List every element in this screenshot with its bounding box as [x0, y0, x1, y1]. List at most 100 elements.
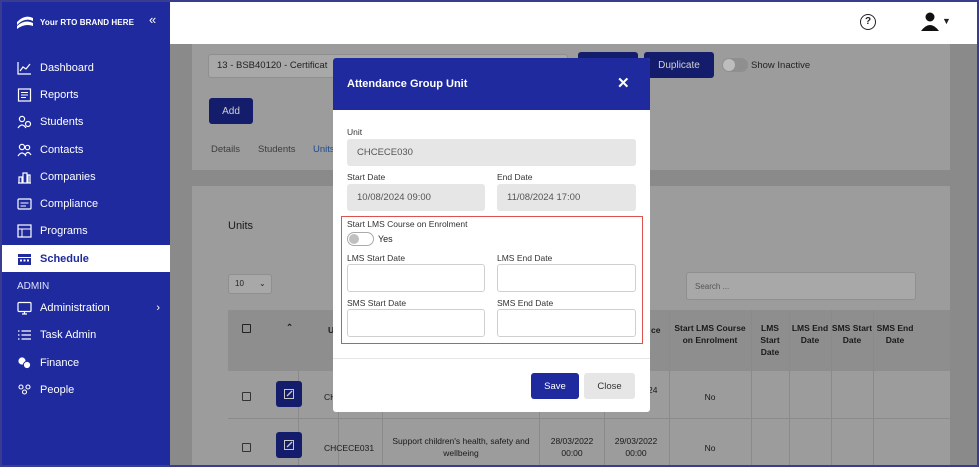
unit-field[interactable]: CHCECE030: [347, 139, 636, 166]
col-end-date[interactable]: ce: [651, 324, 660, 336]
sidebar-item-finance[interactable]: Finance: [2, 349, 170, 376]
sidebar-item-task-admin[interactable]: Task Admin: [2, 322, 170, 349]
show-inactive-label: Show Inactive: [751, 60, 811, 71]
col-sms-start[interactable]: SMS Start Date: [831, 322, 873, 346]
sidebar-item-compliance[interactable]: Compliance: [2, 190, 170, 217]
grid-line: [831, 310, 832, 465]
sidebar-section-admin: ADMIN: [17, 281, 50, 293]
sms-end-date-label: SMS End Date: [497, 298, 554, 308]
edit-icon: [284, 389, 294, 399]
col-sms-end[interactable]: SMS End Date: [873, 322, 917, 346]
programs-icon: [17, 224, 32, 239]
chevron-right-icon: ›: [156, 302, 160, 315]
sidebar-item-contacts[interactable]: Contacts: [2, 136, 170, 163]
lms-end-date-input[interactable]: [497, 264, 636, 292]
close-icon[interactable]: ✕: [617, 74, 630, 92]
brand-logo-icon: [17, 16, 33, 29]
collapse-sidebar-icon[interactable]: «: [149, 12, 156, 27]
col-lms-end[interactable]: LMS End Date: [789, 322, 831, 346]
sidebar-item-dashboard[interactable]: Dashboard: [2, 54, 170, 81]
sidebar-item-label: Administration: [40, 302, 110, 315]
sidebar-item-label: Finance: [40, 356, 80, 369]
brand[interactable]: Your RTO BRAND HERE: [16, 14, 134, 30]
sms-end-date-input[interactable]: [497, 309, 636, 337]
tab-units[interactable]: Units: [313, 144, 335, 155]
lms-end-date-label: LMS End Date: [497, 253, 553, 263]
edit-button[interactable]: [276, 381, 302, 407]
tab-students[interactable]: Students: [258, 144, 296, 155]
tab-details[interactable]: Details: [211, 144, 240, 155]
save-button[interactable]: Save: [531, 373, 579, 399]
app-frame: Your RTO BRAND HERE « Dashboard Reports …: [2, 2, 977, 465]
report-icon: [17, 88, 32, 102]
sms-start-date-input[interactable]: [347, 309, 485, 337]
help-icon[interactable]: ?: [860, 14, 876, 30]
col-lms-start[interactable]: LMS Start Date: [751, 322, 789, 358]
row-checkbox[interactable]: [242, 392, 251, 401]
select-all-checkbox[interactable]: [242, 324, 251, 333]
chart-line-icon: [17, 61, 31, 75]
top-bar: ? ▼: [170, 2, 977, 44]
caret-down-icon[interactable]: ▼: [942, 16, 951, 26]
edit-button[interactable]: [276, 432, 302, 458]
lms-start-date-label: LMS Start Date: [347, 253, 406, 263]
modal-title: Attendance Group Unit: [347, 78, 468, 90]
user-avatar-icon[interactable]: [920, 11, 940, 31]
add-button[interactable]: Add: [209, 98, 253, 124]
sidebar-item-label: People: [40, 383, 75, 396]
monitor-icon: [17, 301, 32, 315]
brand-name: Your RTO BRAND HERE: [40, 17, 135, 27]
sort-icon[interactable]: ⌃: [286, 321, 293, 333]
start-date-label: Start Date: [347, 172, 386, 182]
sidebar-item-schedule[interactable]: Schedule: [2, 245, 170, 273]
sidebar-item-label: Reports: [40, 88, 79, 101]
start-lms-on-enrolment-toggle[interactable]: [347, 232, 374, 246]
sidebar-item-label: Programs: [40, 225, 88, 238]
edit-icon: [284, 440, 294, 450]
coins-icon: [18, 357, 32, 369]
duplicate-button[interactable]: Duplicate: [644, 52, 714, 78]
show-inactive-toggle[interactable]: [722, 58, 748, 72]
sidebar-item-people[interactable]: People: [2, 376, 170, 403]
col-start-lms[interactable]: Start LMS Course on Enrolment: [669, 322, 751, 346]
start-date-field[interactable]: 10/08/2024 09:00: [347, 184, 485, 211]
row-unit-name: Support children's health, safety and we…: [392, 436, 530, 458]
chevron-down-icon: ⌄: [259, 279, 266, 288]
sidebar-item-label: Dashboard: [40, 61, 94, 74]
row-checkbox[interactable]: [242, 443, 251, 452]
sidebar-item-label: Compliance: [40, 198, 99, 211]
sidebar-item-companies[interactable]: Companies: [2, 163, 170, 190]
row-start-lms: No: [704, 443, 716, 453]
modal-header: Attendance Group Unit: [333, 58, 650, 110]
row-start-lms: No: [704, 392, 716, 402]
students-icon: [17, 116, 32, 129]
contacts-icon: [17, 143, 32, 156]
grid-line: [751, 310, 752, 465]
sidebar: Your RTO BRAND HERE « Dashboard Reports …: [2, 2, 170, 465]
close-button[interactable]: Close: [584, 373, 635, 399]
row-start-date: 28/03/2022 00:00: [550, 436, 594, 458]
sidebar-item-label: Task Admin: [40, 329, 97, 342]
compliance-icon: [17, 198, 32, 210]
sidebar-item-label: Students: [40, 116, 84, 129]
page-size-select[interactable]: 10 ⌄: [228, 274, 272, 294]
companies-icon: [18, 172, 31, 184]
sidebar-item-reports[interactable]: Reports: [2, 81, 170, 108]
table-search-input[interactable]: Search ...: [686, 272, 916, 300]
sidebar-item-administration[interactable]: Administration ›: [2, 294, 170, 321]
end-date-field[interactable]: 11/08/2024 17:00: [497, 184, 636, 211]
sidebar-item-label: Schedule: [40, 252, 89, 265]
calendar-icon: [18, 253, 31, 265]
sidebar-item-label: Contacts: [40, 143, 84, 156]
start-lms-on-enrolment-label: Start LMS Course on Enrolment: [347, 219, 468, 229]
sidebar-item-students[interactable]: Students: [2, 109, 170, 136]
end-date-label: End Date: [497, 172, 533, 182]
sidebar-item-programs[interactable]: Programs: [2, 218, 170, 245]
lms-start-date-input[interactable]: [347, 264, 485, 292]
attendance-group-unit-modal: Attendance Group Unit ✕ Unit CHCECE030 S…: [333, 58, 650, 412]
grid-line: [873, 310, 874, 465]
row-end-date: 29/03/2022 00:00: [614, 436, 658, 458]
unit-label: Unit: [347, 127, 363, 137]
sidebar-nav: Dashboard Reports Students Contacts Comp…: [2, 54, 170, 404]
page-size-value: 10: [235, 279, 244, 288]
